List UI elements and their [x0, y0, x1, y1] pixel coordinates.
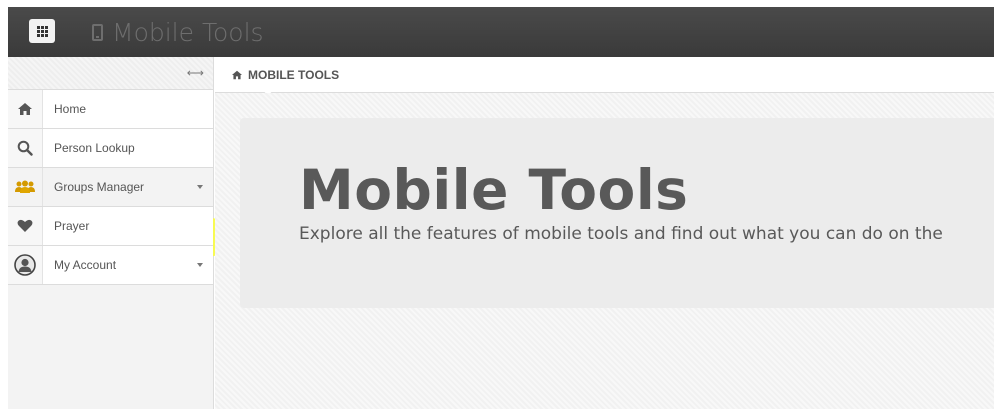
sidebar-item-home[interactable]: Home [8, 90, 213, 129]
breadcrumb-item[interactable]: MOBILE TOOLS [231, 68, 339, 82]
app-title-text: Mobile Tools [112, 17, 264, 47]
sidebar-item-groups-manager[interactable]: Groups Manager [8, 168, 213, 207]
hero-panel: Mobile Tools Explore all the features of… [240, 118, 994, 308]
sidebar-collapse-row: ⟷ [8, 57, 213, 90]
menu-button[interactable] [29, 19, 55, 43]
sidebar-item-label: Prayer [54, 219, 90, 233]
breadcrumb: MOBILE TOOLS [215, 57, 994, 107]
sidebar-item-prayer[interactable]: Prayer [8, 207, 213, 246]
sidebar-item-label: Groups Manager [54, 180, 145, 194]
sidebar-item-label: Person Lookup [54, 141, 135, 155]
phone-icon [92, 23, 103, 41]
users-icon [8, 168, 43, 206]
main-content: Mobile Tools Explore all the features of… [215, 93, 994, 409]
avatar-icon [8, 246, 43, 284]
arrows-horizontal-icon[interactable]: ⟷ [187, 66, 204, 80]
home-icon [8, 90, 43, 128]
search-icon [8, 129, 43, 167]
page-title: Mobile Tools [299, 158, 689, 222]
sidebar: ⟷ Home Person Lookup Groups Manager Pray… [8, 57, 230, 409]
chevron-down-icon [197, 185, 203, 189]
page-subtitle: Explore all the features of mobile tools… [299, 224, 943, 244]
app-title: Mobile Tools [92, 14, 264, 50]
sidebar-item-label: Home [54, 102, 87, 116]
sidebar-item-label: My Account [54, 258, 117, 272]
app-frame: Mobile Tools ⟷ Home Person Lookup Groups… [8, 7, 994, 409]
home-icon [232, 70, 242, 79]
heart-icon [8, 207, 43, 245]
sidebar-item-my-account[interactable]: My Account [8, 246, 213, 285]
sidebar-item-person-lookup[interactable]: Person Lookup [8, 129, 213, 168]
top-bar: Mobile Tools [8, 7, 994, 57]
breadcrumb-label: MOBILE TOOLS [248, 67, 340, 82]
chevron-down-icon [197, 263, 203, 267]
grid-icon [36, 25, 48, 37]
